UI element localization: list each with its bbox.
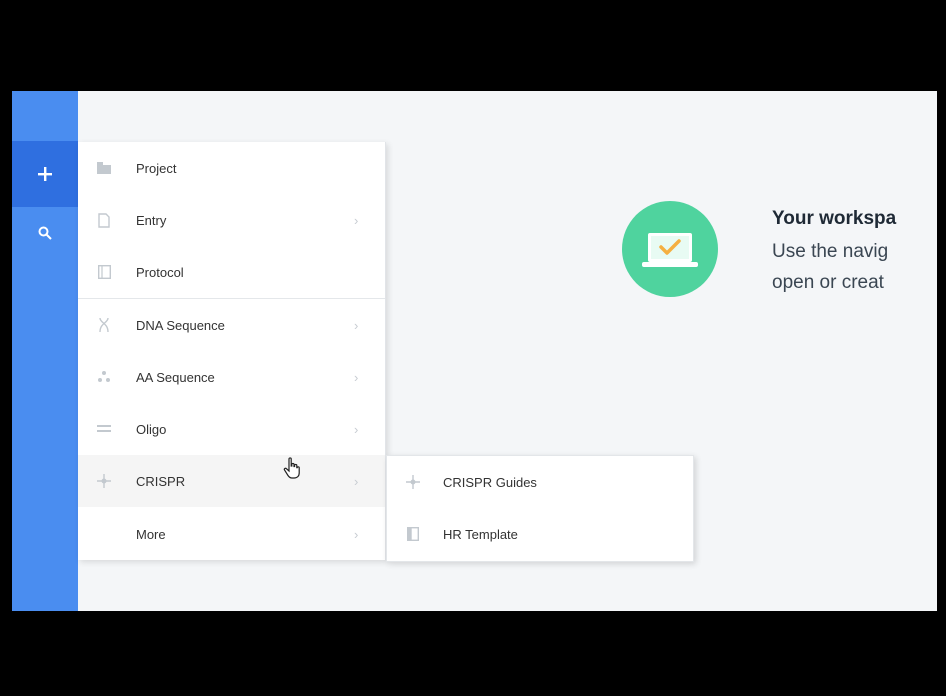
- folder-icon: [96, 160, 112, 176]
- app-window: Project Entry › Protocol DNA Sequence ›: [12, 91, 937, 611]
- menu-item-label: More: [136, 526, 166, 542]
- submenu-item-label: CRISPR Guides: [443, 474, 537, 490]
- submenu-item-label: HR Template: [443, 526, 518, 542]
- menu-item-dna-sequence[interactable]: DNA Sequence ›: [78, 299, 385, 351]
- crispr-submenu: CRISPR Guides HR Template: [386, 455, 694, 562]
- protocol-icon: [96, 264, 112, 280]
- menu-item-oligo[interactable]: Oligo ›: [78, 403, 385, 455]
- chevron-right-icon: ›: [354, 421, 359, 437]
- submenu-item-crispr-guides[interactable]: CRISPR Guides: [387, 456, 693, 508]
- aa-sequence-icon: [96, 369, 112, 385]
- menu-item-label: Oligo: [136, 421, 167, 437]
- menu-item-label: CRISPR: [136, 473, 186, 489]
- menu-item-label: Protocol: [136, 264, 184, 280]
- chevron-right-icon: ›: [354, 317, 359, 333]
- chevron-right-icon: ›: [354, 473, 359, 489]
- menu-item-label: Entry: [136, 212, 167, 228]
- plus-icon: [38, 167, 52, 181]
- document-icon: [96, 212, 112, 228]
- crispr-guides-icon: [405, 474, 421, 490]
- hr-template-icon: [405, 526, 421, 542]
- menu-item-aa-sequence[interactable]: AA Sequence ›: [78, 351, 385, 403]
- menu-item-more[interactable]: More ›: [78, 508, 385, 560]
- create-button[interactable]: [12, 141, 78, 207]
- menu-item-protocol[interactable]: Protocol: [78, 246, 385, 298]
- hand-cursor-icon: [283, 457, 300, 479]
- empty-state-text-line: open or creat: [772, 272, 884, 293]
- menu-item-label: AA Sequence: [136, 369, 215, 385]
- menu-item-entry[interactable]: Entry ›: [78, 194, 385, 246]
- search-icon: [38, 226, 52, 240]
- submenu-item-hr-template[interactable]: HR Template: [387, 508, 693, 560]
- create-menu: Project Entry › Protocol DNA Sequence ›: [78, 142, 386, 560]
- crispr-icon: [96, 473, 112, 489]
- dna-icon: [96, 317, 112, 333]
- left-nav-rail: [12, 91, 78, 611]
- chevron-right-icon: ›: [354, 212, 359, 228]
- menu-item-label: DNA Sequence: [136, 317, 225, 333]
- oligo-icon: [96, 421, 112, 437]
- menu-item-label: Project: [136, 160, 177, 176]
- menu-item-project[interactable]: Project: [78, 142, 385, 194]
- chevron-right-icon: ›: [354, 526, 359, 542]
- menu-item-crispr[interactable]: CRISPR ›: [78, 455, 385, 507]
- empty-state-text-line: Use the navig: [772, 241, 889, 262]
- empty-state-title: Your workspa: [772, 208, 897, 229]
- chevron-right-icon: ›: [354, 369, 359, 385]
- laptop-check-icon: [622, 201, 718, 297]
- search-button[interactable]: [12, 209, 78, 257]
